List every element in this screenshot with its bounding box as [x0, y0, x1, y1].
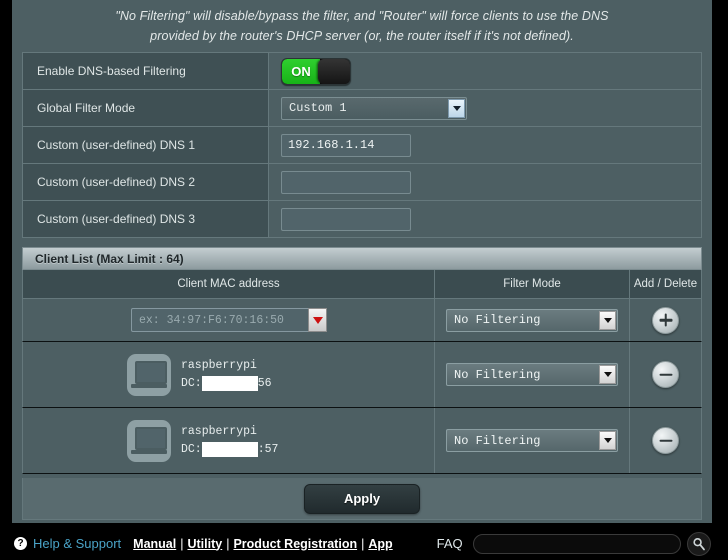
filter-mode-cell: No Filtering [435, 408, 630, 473]
setting-row-custom-dns-3: Custom (user-defined) DNS 3 [23, 201, 701, 238]
add-delete-cell [630, 342, 701, 407]
router-dns-filter-page: "No Filtering" will disable/bypass the f… [0, 0, 728, 560]
device-mac-prefix: DC: [181, 376, 202, 390]
setting-row-custom-dns-2: Custom (user-defined) DNS 2 [23, 164, 701, 201]
table-row: raspberrypi DC: 56 No Filtering [22, 342, 702, 408]
table-row: raspberrypi DC: :57 No Filtering [22, 408, 702, 474]
column-header-mac: Client MAC address [23, 270, 435, 298]
custom-dns-3-input[interactable] [281, 207, 411, 231]
faq-label: FAQ [436, 536, 463, 551]
add-delete-cell [630, 408, 701, 473]
computer-icon [127, 353, 171, 396]
search-icon[interactable] [686, 531, 711, 556]
chevron-down-icon[interactable] [448, 98, 465, 118]
filter-mode-value-new: No Filtering [454, 313, 541, 327]
link-manual[interactable]: Manual [133, 537, 176, 551]
device-name: raspberrypi [181, 358, 257, 372]
apply-bar: Apply [22, 478, 702, 520]
enable-dns-filtering-toggle[interactable]: ON [281, 57, 351, 85]
custom-dns-1-input[interactable] [281, 133, 411, 157]
device-name: raspberrypi [181, 424, 257, 438]
main-panel: "No Filtering" will disable/bypass the f… [12, 0, 712, 523]
notice-line-2: provided by the router's DHCP server (or… [150, 29, 574, 43]
custom-dns-2-input[interactable] [281, 170, 411, 194]
device-mac-redaction [201, 376, 258, 391]
setting-label-custom-dns-2: Custom (user-defined) DNS 2 [23, 164, 269, 200]
client-list-input-row: ex: 34:97:F6:70:16:50 No Filtering [22, 299, 702, 342]
setting-value-custom-dns-3 [269, 201, 701, 237]
device-info: raspberrypi DC: :57 [23, 419, 278, 462]
link-utility[interactable]: Utility [187, 537, 222, 551]
global-filter-mode-select[interactable]: Custom 1 [281, 96, 467, 120]
delete-client-button[interactable] [652, 361, 679, 388]
notice-text: "No Filtering" will disable/bypass the f… [12, 0, 712, 54]
help-icon: ? [14, 537, 27, 550]
toggle-on-label: ON [282, 58, 320, 84]
toggle-knob [318, 58, 350, 84]
client-list-title: Client List (Max Limit : 64) [22, 247, 702, 270]
footer: ? Help & Support Manual | Utility | Product … [0, 527, 728, 560]
column-header-add-delete: Add / Delete [633, 278, 698, 290]
chevron-down-icon[interactable] [599, 310, 616, 330]
settings-table: Enable DNS-based Filtering ON Global Fil… [22, 52, 702, 238]
filter-mode-cell: No Filtering [435, 342, 630, 407]
filter-mode-value-device-2: No Filtering [454, 433, 541, 448]
device-mac-suffix: 56 [257, 376, 272, 390]
footer-links: Manual | Utility | Product Registration | App [133, 537, 392, 551]
chevron-down-icon[interactable] [599, 365, 616, 384]
filter-mode-cell: No Filtering [435, 299, 630, 341]
notice-line-1: "No Filtering" will disable/bypass the f… [115, 9, 609, 23]
link-separator-3: | [361, 536, 365, 551]
device-cell: raspberrypi DC: 56 [23, 342, 435, 407]
device-mac-suffix: :57 [257, 442, 279, 456]
client-mac-input[interactable]: ex: 34:97:F6:70:16:50 [131, 308, 327, 332]
add-delete-cell [630, 299, 701, 341]
setting-row-enable-filtering: Enable DNS-based Filtering ON [23, 53, 701, 90]
setting-value-custom-dns-2 [269, 164, 701, 200]
help-support-label: Help & Support [33, 536, 122, 551]
column-header-filter-mode: Filter Mode [435, 270, 630, 298]
filter-mode-select-new[interactable]: No Filtering [446, 308, 618, 332]
setting-row-custom-dns-1: Custom (user-defined) DNS 1 [23, 127, 701, 164]
device-mac-redaction [201, 442, 258, 457]
setting-value-global-filter-mode: Custom 1 [269, 90, 701, 126]
client-list-section: Client List (Max Limit : 64) Client MAC … [22, 247, 702, 474]
link-separator-1: | [180, 536, 184, 551]
setting-label-global-filter-mode: Global Filter Mode [23, 90, 269, 126]
setting-row-global-filter-mode: Global Filter Mode Custom 1 [23, 90, 701, 127]
client-list-header: Client MAC address Filter Mode Add / Del… [22, 270, 702, 299]
mac-dropdown-icon[interactable] [308, 308, 327, 332]
filter-mode-select-device-2[interactable]: No Filtering [446, 429, 618, 452]
setting-label-custom-dns-1: Custom (user-defined) DNS 1 [23, 127, 269, 163]
setting-label-enable-filtering: Enable DNS-based Filtering [23, 53, 269, 89]
client-mac-placeholder: ex: 34:97:F6:70:16:50 [139, 313, 284, 327]
setting-value-custom-dns-1 [269, 127, 701, 163]
device-mac: DC: :57 [181, 441, 278, 459]
filter-mode-select-device-1[interactable]: No Filtering [446, 363, 618, 386]
device-mac-prefix: DC: [181, 442, 202, 456]
link-product-registration[interactable]: Product Registration [233, 537, 357, 551]
link-separator-2: | [226, 536, 230, 551]
mac-input-cell: ex: 34:97:F6:70:16:50 [23, 299, 435, 341]
setting-label-custom-dns-3: Custom (user-defined) DNS 3 [23, 201, 269, 237]
device-text: raspberrypi DC: 56 [181, 357, 272, 393]
device-cell: raspberrypi DC: :57 [23, 408, 435, 473]
filter-mode-value-device-1: No Filtering [454, 367, 541, 382]
setting-value-enable-filtering: ON [269, 53, 701, 89]
apply-button[interactable]: Apply [304, 483, 420, 514]
computer-icon [127, 419, 171, 462]
global-filter-mode-value: Custom 1 [289, 101, 347, 115]
device-text: raspberrypi DC: :57 [181, 423, 278, 459]
link-app[interactable]: App [368, 537, 392, 551]
faq-search-input[interactable] [472, 533, 681, 554]
add-client-button[interactable] [652, 306, 679, 334]
chevron-down-icon[interactable] [599, 431, 616, 450]
device-mac: DC: 56 [181, 375, 272, 393]
delete-client-button[interactable] [652, 427, 679, 454]
device-info: raspberrypi DC: 56 [23, 353, 272, 396]
